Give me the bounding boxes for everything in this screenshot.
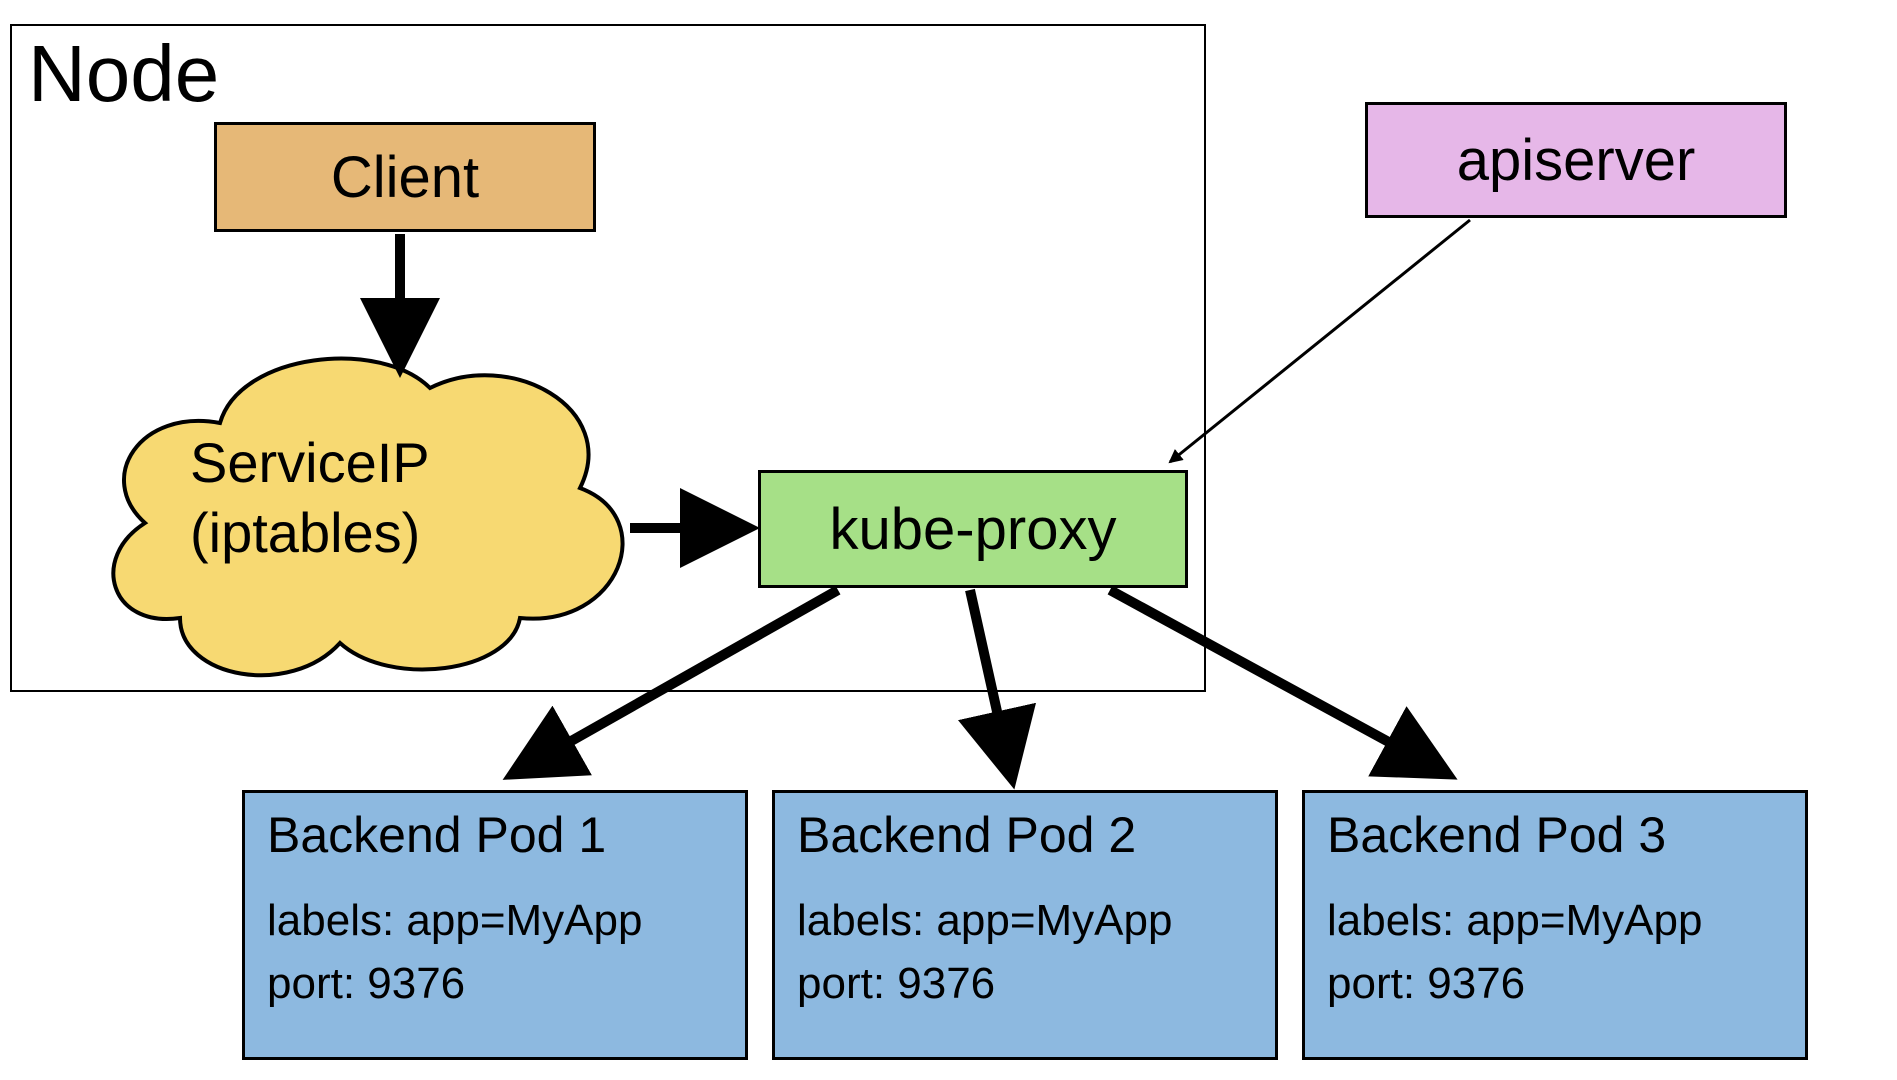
pod-title: Backend Pod 2 [797,807,1253,865]
arrow-apiserver-to-proxy [1170,220,1470,462]
node-label: Node [28,28,219,120]
pod-labels: labels: app=MyApp [797,889,1253,953]
pod-port: port: 9376 [797,952,1253,1016]
pod-port: port: 9376 [1327,952,1783,1016]
apiserver-label: apiserver [1457,127,1696,194]
serviceip-cloud: ServiceIP (iptables) [80,328,640,688]
backend-pod-2: Backend Pod 2 labels: app=MyApp port: 93… [772,790,1278,1060]
cloud-line2: (iptables) [190,498,430,568]
cloud-line1: ServiceIP [190,428,430,498]
backend-pod-1: Backend Pod 1 labels: app=MyApp port: 93… [242,790,748,1060]
client-box: Client [214,122,596,232]
kube-proxy-box: kube-proxy [758,470,1188,588]
kube-proxy-label: kube-proxy [830,496,1117,563]
pod-port: port: 9376 [267,952,723,1016]
pod-title: Backend Pod 3 [1327,807,1783,865]
backend-pod-3: Backend Pod 3 labels: app=MyApp port: 93… [1302,790,1808,1060]
pod-title: Backend Pod 1 [267,807,723,865]
pod-labels: labels: app=MyApp [1327,889,1783,953]
apiserver-box: apiserver [1365,102,1787,218]
pod-labels: labels: app=MyApp [267,889,723,953]
client-label: Client [331,144,479,211]
